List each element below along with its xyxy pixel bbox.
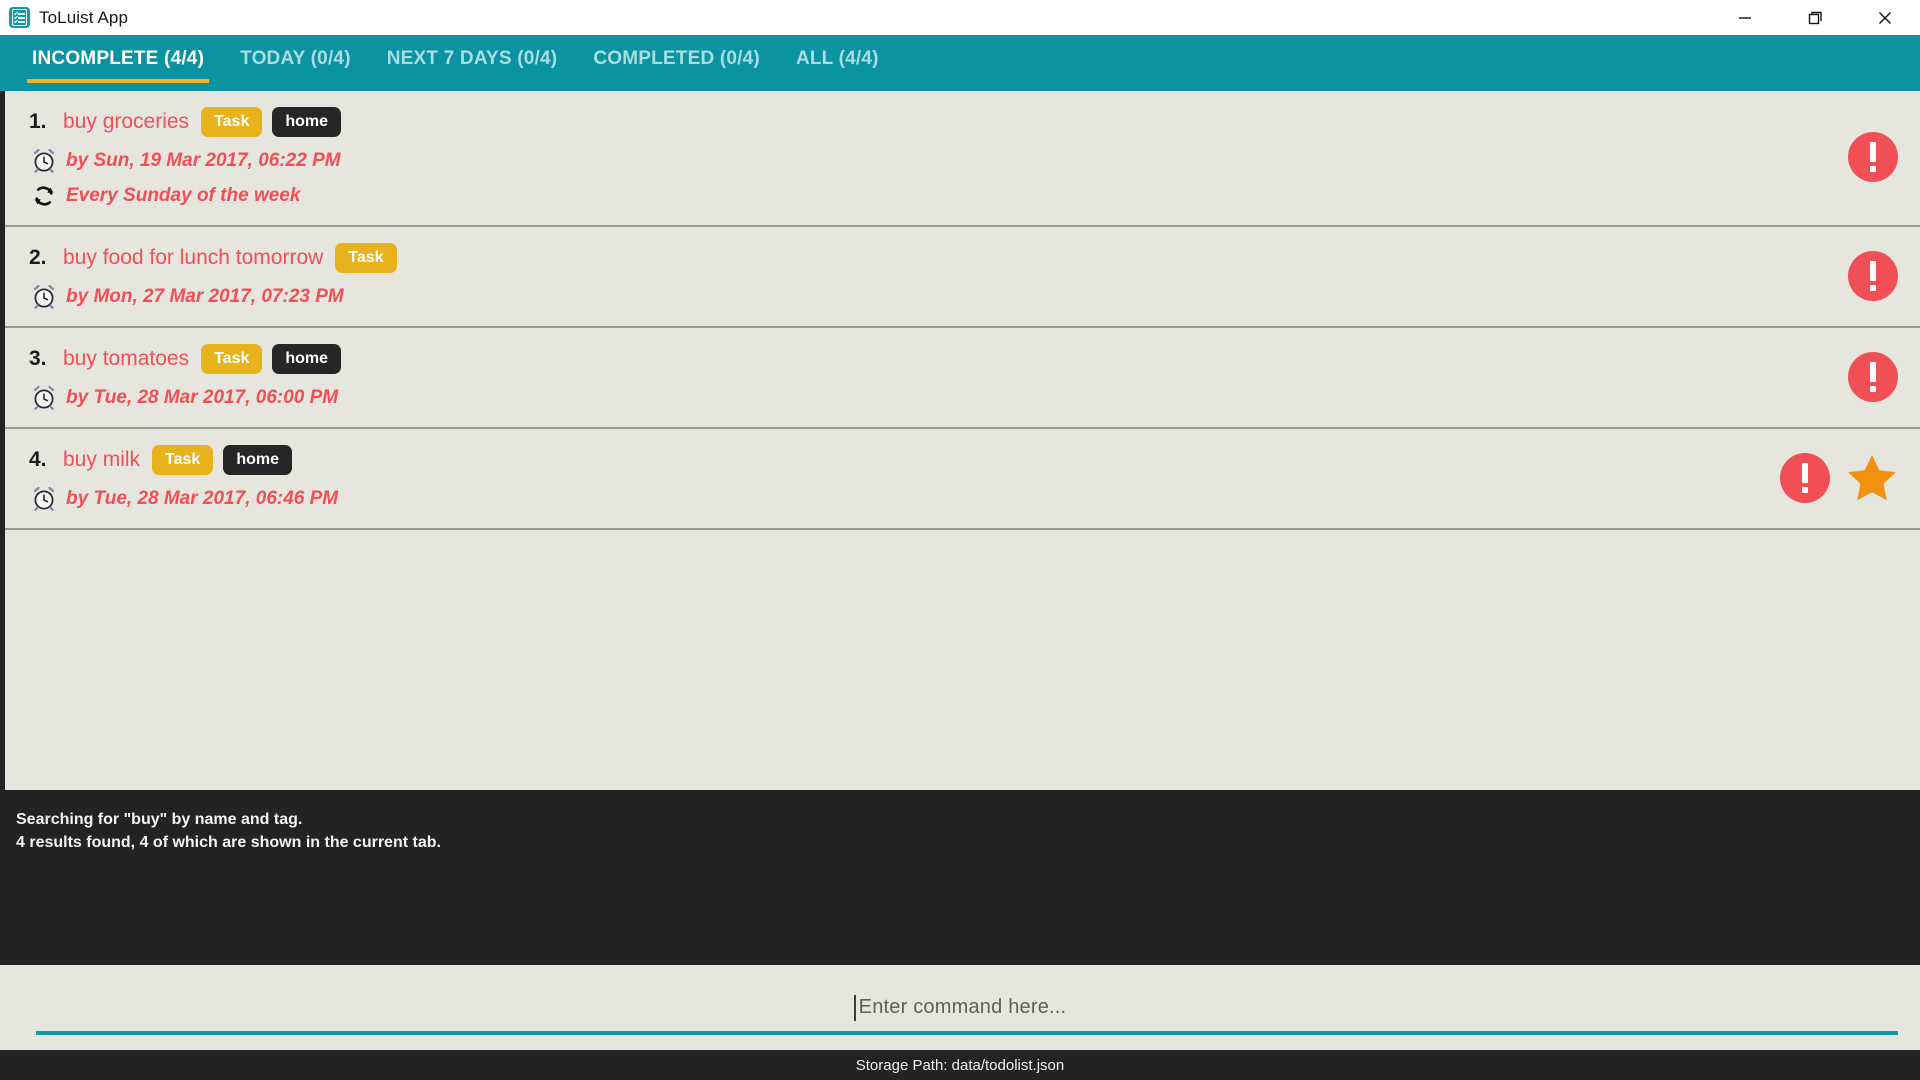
restore-icon[interactable]	[1780, 0, 1850, 35]
text-caret	[853, 994, 856, 1021]
tab-today-label: TODAY (0/4)	[240, 48, 351, 69]
alarm-clock-icon	[33, 284, 55, 309]
task-type-badge[interactable]: Task	[201, 344, 263, 374]
command-bar[interactable]: Enter command here...	[0, 965, 1920, 1050]
alarm-clock-icon	[33, 385, 55, 410]
task-type-badge[interactable]: Task	[201, 107, 263, 137]
task-flags	[1848, 132, 1920, 182]
task-title: buy food for lunch tomorrow	[63, 246, 324, 269]
task-recurrence-row: Every Sunday of the week	[29, 183, 1848, 209]
minimize-icon[interactable]	[1710, 0, 1780, 35]
task-headline: 1. buy groceries Task home	[29, 105, 1848, 139]
task-tag-badge[interactable]: home	[223, 445, 292, 475]
task-content: 3. buy tomatoes Task home by Tue, 28 Mar…	[5, 342, 1848, 411]
window-controls	[1710, 0, 1920, 35]
status-line-2: 4 results found, 4 of which are shown in…	[16, 834, 441, 852]
task-due-text: by Sun, 19 Mar 2017, 06:22 PM	[66, 150, 341, 171]
table-row[interactable]: 1. buy groceries Task home by Sun, 19 Ma…	[5, 91, 1920, 227]
task-headline: 4. buy milk Task home	[29, 443, 1780, 477]
storage-path-label: Storage Path: data/todolist.json	[855, 1056, 1065, 1074]
task-headline: 2. buy food for lunch tomorrow Task	[29, 241, 1848, 275]
checklist-icon	[9, 7, 30, 28]
task-due-row: by Tue, 28 Mar 2017, 06:46 PM	[29, 486, 1780, 512]
tab-bar: INCOMPLETE (4/4) TODAY (0/4) NEXT 7 DAYS…	[0, 35, 1920, 97]
status-panel: Searching for "buy" by name and tag. 4 r…	[0, 790, 1920, 965]
tab-all[interactable]: ALL (4/4)	[778, 35, 897, 91]
task-recurrence-text: Every Sunday of the week	[66, 185, 301, 206]
priority-icon[interactable]	[1848, 132, 1898, 182]
task-due-text: by Tue, 28 Mar 2017, 06:00 PM	[66, 387, 339, 408]
task-headline: 3. buy tomatoes Task home	[29, 342, 1848, 376]
task-due-row: by Sun, 19 Mar 2017, 06:22 PM	[29, 148, 1848, 174]
star-icon[interactable]	[1846, 452, 1898, 504]
task-tag-badge[interactable]: home	[272, 107, 342, 137]
tab-incomplete[interactable]: INCOMPLETE (4/4)	[14, 35, 222, 91]
title-bar: ToLuist App	[0, 0, 1920, 35]
task-index: 4.	[29, 448, 47, 471]
task-content: 4. buy milk Task home by Tue, 28 Mar 201…	[5, 443, 1780, 512]
repeat-icon	[34, 186, 54, 206]
table-row[interactable]: 4. buy milk Task home by Tue, 28 Mar 201…	[5, 429, 1920, 530]
task-content: 1. buy groceries Task home by Sun, 19 Ma…	[5, 105, 1848, 209]
command-input[interactable]: Enter command here...	[22, 971, 1898, 1045]
task-list[interactable]: 1. buy groceries Task home by Sun, 19 Ma…	[0, 91, 1920, 790]
tab-next-7-days-label: NEXT 7 DAYS (0/4)	[386, 48, 558, 69]
task-flags	[1780, 452, 1920, 504]
tab-completed[interactable]: COMPLETED (0/4)	[575, 35, 778, 91]
close-icon[interactable]	[1850, 0, 1920, 35]
task-flags	[1848, 351, 1920, 402]
task-tag-badge[interactable]: home	[272, 344, 342, 374]
application-window: ToLuist App INCOMPLETE (4/4) TODAY (0/4)…	[0, 0, 1920, 1080]
task-flags	[1848, 250, 1920, 301]
tab-next-7-days[interactable]: NEXT 7 DAYS (0/4)	[369, 35, 576, 91]
task-content: 2. buy food for lunch tomorrow Task by M…	[5, 241, 1848, 310]
task-due-row: by Tue, 28 Mar 2017, 06:00 PM	[29, 385, 1848, 411]
tab-incomplete-label: INCOMPLETE (4/4)	[32, 48, 205, 69]
task-title: buy tomatoes	[63, 347, 190, 370]
task-type-badge[interactable]: Task	[335, 243, 397, 273]
table-row[interactable]: 3. buy tomatoes Task home by Tue, 28 Mar…	[5, 328, 1920, 429]
task-index: 3.	[29, 347, 47, 370]
tab-all-label: ALL (4/4)	[795, 48, 879, 69]
command-input-underline	[36, 1030, 1898, 1035]
footer: Storage Path: data/todolist.json	[0, 1050, 1920, 1080]
priority-icon[interactable]	[1848, 250, 1898, 301]
priority-icon[interactable]	[1780, 452, 1830, 503]
task-due-text: by Tue, 28 Mar 2017, 06:46 PM	[66, 488, 339, 509]
priority-icon[interactable]	[1848, 351, 1898, 402]
task-index: 1.	[29, 110, 47, 133]
task-due-row: by Mon, 27 Mar 2017, 07:23 PM	[29, 284, 1848, 310]
command-placeholder: Enter command here...	[858, 996, 1067, 1018]
tab-today[interactable]: TODAY (0/4)	[222, 35, 369, 91]
alarm-clock-icon	[33, 486, 55, 511]
title-bar-left: ToLuist App	[0, 7, 128, 28]
tab-completed-label: COMPLETED (0/4)	[593, 48, 760, 69]
task-type-badge[interactable]: Task	[152, 445, 214, 475]
status-line-1: Searching for "buy" by name and tag.	[16, 811, 303, 828]
task-title: buy milk	[63, 448, 141, 471]
task-due-text: by Mon, 27 Mar 2017, 07:23 PM	[66, 286, 344, 307]
task-index: 2.	[29, 246, 47, 269]
task-title: buy groceries	[63, 110, 190, 133]
window-title: ToLuist App	[39, 7, 128, 27]
table-row[interactable]: 2. buy food for lunch tomorrow Task by M…	[5, 227, 1920, 328]
alarm-clock-icon	[33, 148, 55, 173]
